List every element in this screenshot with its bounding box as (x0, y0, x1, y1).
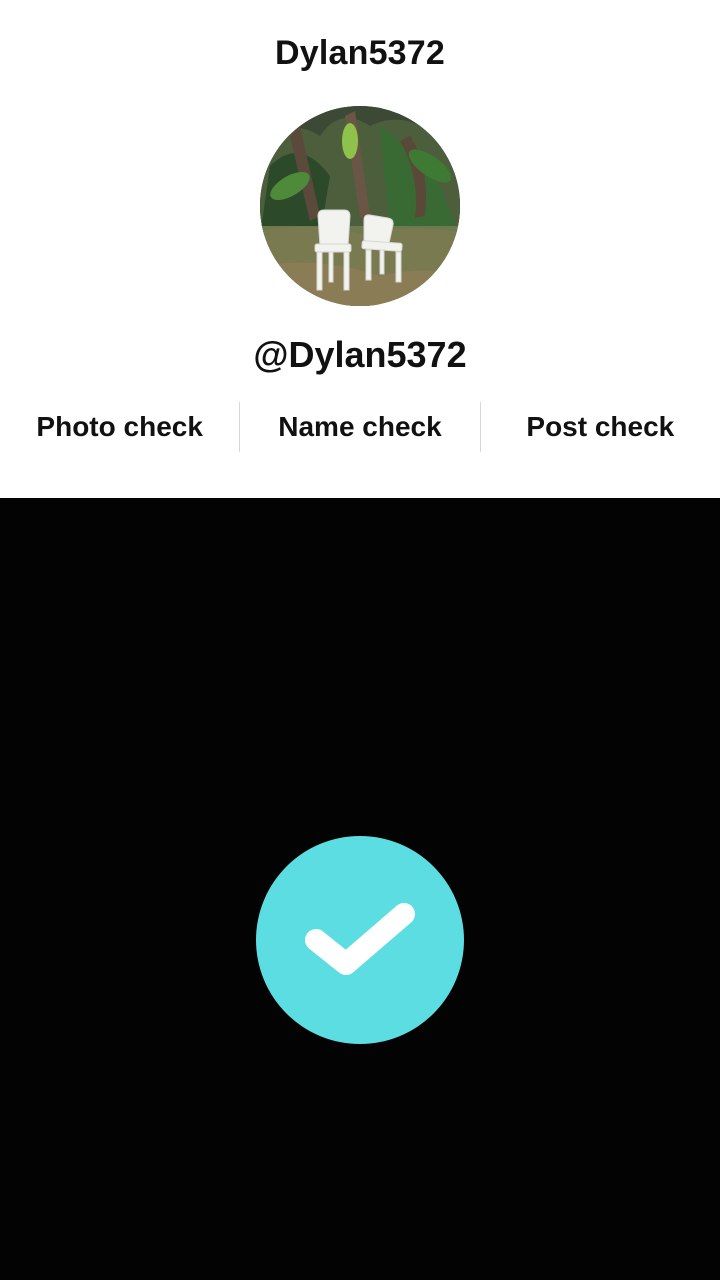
photo-check-button[interactable]: Photo check (0, 402, 239, 452)
username: @Dylan5372 (253, 334, 467, 375)
avatar-photo (260, 106, 460, 306)
avatar (260, 106, 460, 306)
post-check-button[interactable]: Post check (481, 402, 720, 452)
check-tabs: Photo check Name check Post check (0, 402, 720, 452)
checkmark-icon (305, 903, 415, 975)
name-check-button[interactable]: Name check (240, 402, 479, 452)
display-name: Dylan5372 (274, 34, 446, 72)
verified-badge (256, 836, 464, 1044)
screen: Dylan5372 @Dylan5372 Photo check Name ch… (0, 0, 720, 1280)
profile-card: Dylan5372 @Dylan5372 Photo check Name ch… (0, 0, 720, 498)
